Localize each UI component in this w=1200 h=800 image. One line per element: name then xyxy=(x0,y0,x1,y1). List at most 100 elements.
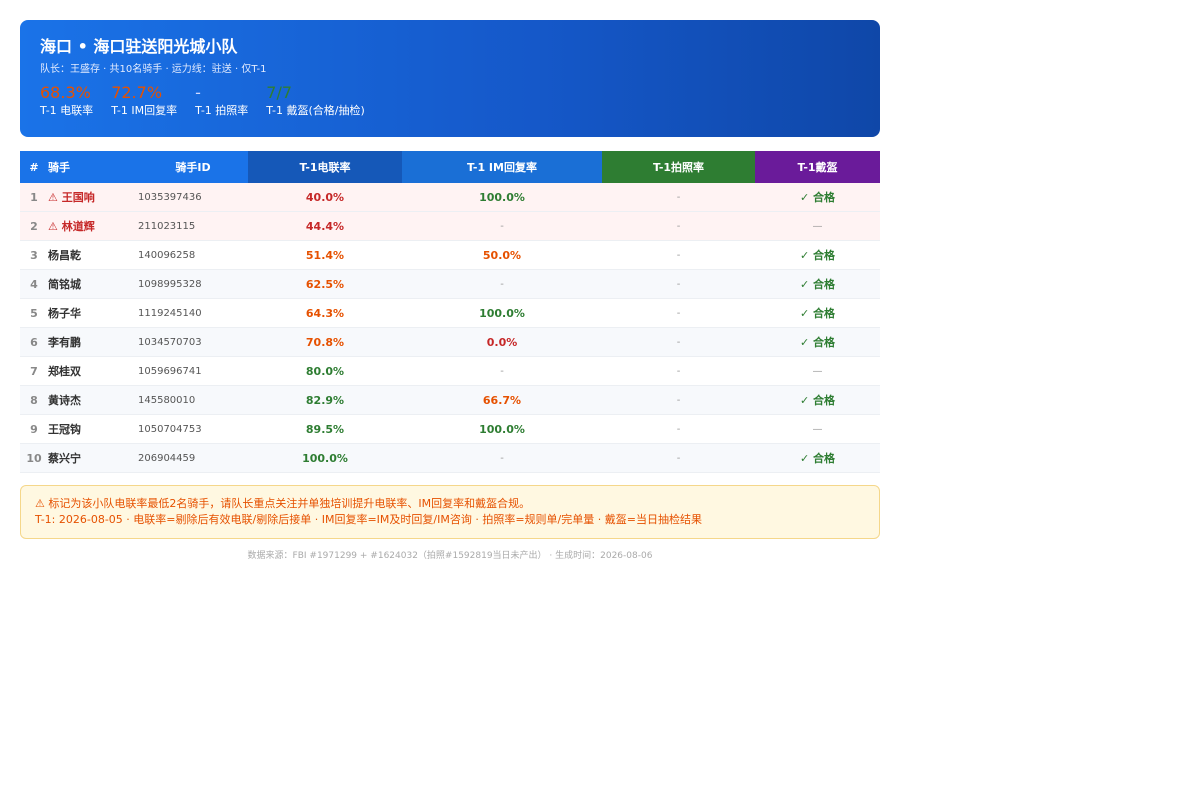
cell-rider-name: 蔡兴宁 xyxy=(48,443,138,473)
metric-label: T-1 IM回复率 xyxy=(111,104,178,117)
team-subtitle: 队长：王盛存 · 共10名骑手 · 运力线：驻送 · 仅T-1 xyxy=(40,64,267,75)
table-body: 1 ⚠ 王国响 1035397436 40.0% 100.0% - ✓ 合格 2 ⚠ 林道辉 21… xyxy=(20,183,880,473)
cell-helmet: ✓ 合格 xyxy=(755,269,880,299)
metric-label: T-1 拍照率 xyxy=(195,104,249,117)
rider-table: # 骑手 骑手ID T-1电联率 T-1 IM回复率 T-1拍照率 T-1戴盔 … xyxy=(20,151,880,473)
cell-im-reply-rate: 100.0% xyxy=(402,298,602,328)
column-header-im-reply-rate: T-1 IM回复率 xyxy=(402,151,602,183)
cell-rider-name: 李有鹏 xyxy=(48,327,138,357)
cell-rider-name: 杨昌乾 xyxy=(48,240,138,270)
cell-im-reply-rate: - xyxy=(402,356,602,386)
table-row: 5 杨子华 1119245140 64.3% 100.0% - ✓ 合格 xyxy=(20,298,880,328)
metric-value: 72.7% xyxy=(111,83,163,102)
cell-rider-id: 145580010 xyxy=(138,385,248,415)
cell-rider-id: 1050704753 xyxy=(138,414,248,444)
column-header-photo-rate: T-1拍照率 xyxy=(602,151,755,183)
table-row: 10 蔡兴宁 206904459 100.0% - - ✓ 合格 xyxy=(20,443,880,473)
cell-im-reply-rate: 0.0% xyxy=(402,327,602,357)
cell-im-reply-rate: 66.7% xyxy=(402,385,602,415)
cell-rider-id: 206904459 xyxy=(138,443,248,473)
table-row: 8 黄诗杰 145580010 82.9% 66.7% - ✓ 合格 xyxy=(20,385,880,415)
cell-call-rate: 70.8% xyxy=(248,327,402,357)
cell-rider-id: 1119245140 xyxy=(138,298,248,328)
page: 海口 • 海口驻送阳光城小队 队长：王盛存 · 共10名骑手 · 运力线：驻送 … xyxy=(0,0,1200,800)
table-header-row: # 骑手 骑手ID T-1电联率 T-1 IM回复率 T-1拍照率 T-1戴盔 xyxy=(20,151,880,183)
cell-photo-rate: - xyxy=(602,211,755,241)
team-title: 海口 • 海口驻送阳光城小队 xyxy=(40,37,238,56)
cell-helmet: — xyxy=(755,356,880,386)
column-header-rider: 骑手 xyxy=(48,151,138,183)
cell-index: 6 xyxy=(20,327,48,357)
cell-index: 4 xyxy=(20,269,48,299)
cell-rider-name: 简铭城 xyxy=(48,269,138,299)
cell-index: 7 xyxy=(20,356,48,386)
footer-source: 数据来源：FBI #1971299 + #1624032（拍照#1592819当… xyxy=(247,551,653,561)
cell-call-rate: 89.5% xyxy=(248,414,402,444)
cell-im-reply-rate: 100.0% xyxy=(402,414,602,444)
metric-0: 68.3% T-1 电联率 xyxy=(40,84,93,119)
cell-index: 8 xyxy=(20,385,48,415)
cell-helmet: ✓ 合格 xyxy=(755,240,880,270)
cell-call-rate: 40.0% xyxy=(248,183,402,212)
table-row: 4 简铭城 1098995328 62.5% - - ✓ 合格 xyxy=(20,269,880,299)
cell-im-reply-rate: - xyxy=(402,211,602,241)
column-header-rider-id: 骑手ID xyxy=(138,151,248,183)
metric-label: T-1 戴盔(合格/抽检) xyxy=(266,104,365,117)
cell-photo-rate: - xyxy=(602,356,755,386)
cell-photo-rate: - xyxy=(602,298,755,328)
cell-photo-rate: - xyxy=(602,327,755,357)
metric-1: 72.7% T-1 IM回复率 xyxy=(111,84,177,119)
table-row: 6 李有鹏 1034570703 70.8% 0.0% - ✓ 合格 xyxy=(20,327,880,357)
column-header-call-rate: T-1电联率 xyxy=(248,151,402,183)
metric-2: - T-1 拍照率 xyxy=(195,84,248,119)
cell-im-reply-rate: 50.0% xyxy=(402,240,602,270)
metric-label: T-1 电联率 xyxy=(40,104,94,117)
cell-photo-rate: - xyxy=(602,269,755,299)
column-header-helmet: T-1戴盔 xyxy=(755,151,880,183)
cell-photo-rate: - xyxy=(602,414,755,444)
table-row: 9 王冠钩 1050704753 89.5% 100.0% - — xyxy=(20,414,880,444)
notice-line-1: ⚠ 标记为该小队电联率最低2名骑手，请队长重点关注并单独培训提升电联率、IM回复… xyxy=(35,497,531,510)
cell-photo-rate: - xyxy=(602,443,755,473)
cell-call-rate: 80.0% xyxy=(248,356,402,386)
cell-im-reply-rate: - xyxy=(402,269,602,299)
cell-rider-name: 王冠钩 xyxy=(48,414,138,444)
cell-photo-rate: - xyxy=(602,385,755,415)
cell-rider-name: ⚠ 王国响 xyxy=(48,183,138,212)
cell-rider-id: 211023115 xyxy=(138,211,248,241)
cell-im-reply-rate: - xyxy=(402,443,602,473)
cell-helmet: — xyxy=(755,211,880,241)
cell-helmet: ✓ 合格 xyxy=(755,327,880,357)
cell-call-rate: 44.4% xyxy=(248,211,402,241)
table-row: 7 郑桂双 1059696741 80.0% - - — xyxy=(20,356,880,386)
metric-value: - xyxy=(195,83,201,102)
cell-call-rate: 82.9% xyxy=(248,385,402,415)
cell-rider-id: 1034570703 xyxy=(138,327,248,357)
cell-helmet: ✓ 合格 xyxy=(755,183,880,212)
column-header-index: # xyxy=(20,151,48,183)
cell-im-reply-rate: 100.0% xyxy=(402,183,602,212)
cell-helmet: ✓ 合格 xyxy=(755,298,880,328)
table-row: 1 ⚠ 王国响 1035397436 40.0% 100.0% - ✓ 合格 xyxy=(20,183,880,212)
table-row: 2 ⚠ 林道辉 211023115 44.4% - - — xyxy=(20,211,880,241)
metrics-row: 68.3% T-1 电联率 72.7% T-1 IM回复率 - T-1 拍照率 7/7 T-1… xyxy=(40,84,860,119)
cell-call-rate: 64.3% xyxy=(248,298,402,328)
cell-rider-id: 1059696741 xyxy=(138,356,248,386)
notice-line-2: T-1: 2026-08-05 · 电联率=剔除后有效电联/剔除后接单 · IM… xyxy=(35,513,702,526)
metric-value: 7/7 xyxy=(266,83,293,102)
cell-rider-name: ⚠ 林道辉 xyxy=(48,211,138,241)
cell-photo-rate: - xyxy=(602,183,755,212)
cell-rider-name: 杨子华 xyxy=(48,298,138,328)
table-row: 3 杨昌乾 140096258 51.4% 50.0% - ✓ 合格 xyxy=(20,240,880,270)
cell-photo-rate: - xyxy=(602,240,755,270)
cell-call-rate: 62.5% xyxy=(248,269,402,299)
cell-rider-id: 1035397436 xyxy=(138,183,248,212)
cell-call-rate: 51.4% xyxy=(248,240,402,270)
metric-3: 7/7 T-1 戴盔(合格/抽检) xyxy=(266,84,364,119)
cell-rider-id: 140096258 xyxy=(138,240,248,270)
cell-index: 5 xyxy=(20,298,48,328)
cell-rider-name: 黄诗杰 xyxy=(48,385,138,415)
cell-index: 1 xyxy=(20,183,48,212)
notice-box: ⚠ 标记为该小队电联率最低2名骑手，请队长重点关注并单独培训提升电联率、IM回复… xyxy=(20,485,880,539)
cell-index: 3 xyxy=(20,240,48,270)
